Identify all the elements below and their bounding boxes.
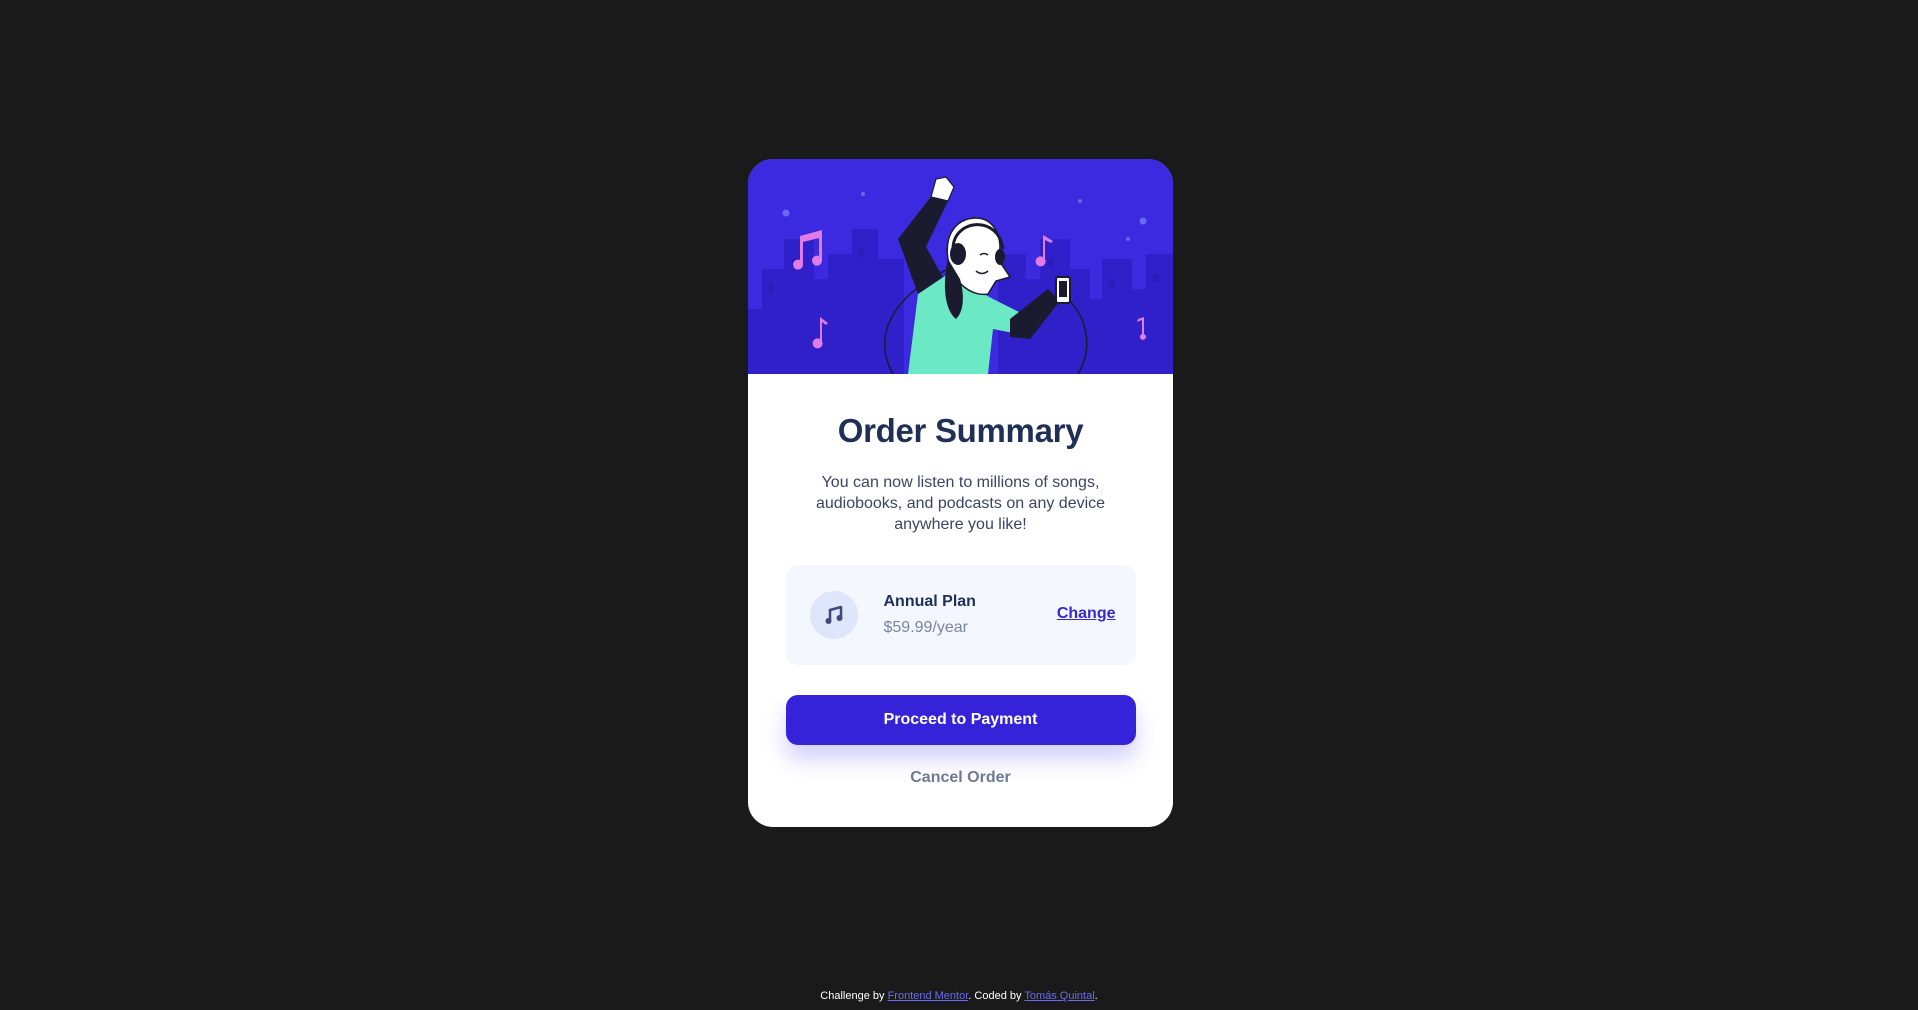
plan-summary: Annual Plan $59.99/year Change <box>785 565 1136 665</box>
plan-name: Annual Plan <box>883 593 976 610</box>
change-plan-link[interactable]: Change <box>1057 605 1116 623</box>
hero-illustration-svg <box>748 159 1173 374</box>
author-link[interactable]: Tomás Quintal <box>1024 990 1094 1002</box>
music-note-icon <box>809 591 858 639</box>
attribution-prefix: Challenge by <box>820 990 888 1002</box>
plan-price: $59.99/year <box>883 619 969 636</box>
attribution: Challenge by Frontend Mentor. Coded by T… <box>0 990 1918 1002</box>
hero-illustration <box>748 159 1173 374</box>
card-content: Order Summary You can now listen to mill… <box>748 412 1173 787</box>
cancel-order-button[interactable]: Cancel Order <box>910 769 1010 787</box>
attribution-suffix: . <box>1094 990 1098 1002</box>
attribution-middle: . Coded by <box>968 990 1025 1002</box>
order-summary-card: Order Summary You can now listen to mill… <box>748 159 1173 827</box>
proceed-to-payment-button[interactable]: Proceed to Payment <box>785 695 1136 745</box>
page-title: Order Summary <box>837 412 1084 449</box>
order-description: You can now listen to millions of songs,… <box>815 474 1106 533</box>
frontend-mentor-link[interactable]: Frontend Mentor <box>888 990 969 1002</box>
